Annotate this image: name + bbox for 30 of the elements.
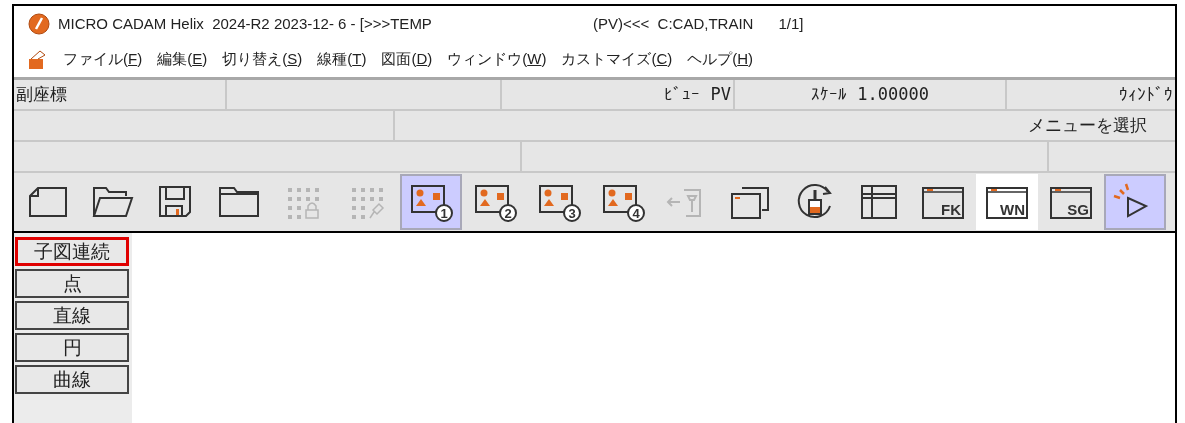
status-text: 副座標 [16,82,67,106]
status-text: ﾋﾞｭｰ PV [664,82,731,106]
toolbar-button[interactable]: WN [976,174,1038,230]
window-title: MICRO CADAM Helix 2024-R2 2023-12- 6 - [>>>TEMP [58,13,433,34]
menu-item[interactable]: カストマイズ(C) [561,48,673,71]
menu-button[interactable]: 曲線 [15,365,129,394]
menu-item[interactable]: ファイル(F) [63,48,143,71]
menu-button[interactable]: 直線 [15,301,129,330]
toolbar-button[interactable]: 1 [400,174,462,230]
toolbar-button[interactable] [1104,174,1166,230]
app-logo-icon [28,13,50,35]
toolbar-button[interactable]: 2 [464,174,526,230]
toolbar-button[interactable]: FK [912,174,974,230]
window-title: (PV)<<< C:CAD,TRAIN 1/1] [593,13,804,34]
toolbar-button[interactable]: 4 [592,174,654,230]
status-text: ｳｨﾝﾄﾞｳ [1119,82,1173,106]
menu-button[interactable]: 子図連続 [15,237,129,266]
menu-button[interactable]: 点 [15,269,129,298]
status-text: メニューを選択 [1028,113,1147,137]
menu-item[interactable]: 編集(E) [157,48,208,71]
status-text: ｽｹｰﾙ 1.00000 [811,82,929,106]
menu-item[interactable]: 線種(T) [317,48,367,71]
menu-item[interactable]: 切り替え(S) [222,48,303,71]
menu-item[interactable]: ウィンドウ(W) [447,48,547,71]
menu-button[interactable]: 円 [15,333,129,362]
menu-item[interactable]: 図面(D) [381,48,433,71]
toolbar-button[interactable]: 3 [528,174,590,230]
app-menu-icon[interactable] [26,48,48,71]
menu-item[interactable]: ヘルプ(H) [687,48,754,71]
toolbar-button[interactable]: SG [1040,174,1102,230]
